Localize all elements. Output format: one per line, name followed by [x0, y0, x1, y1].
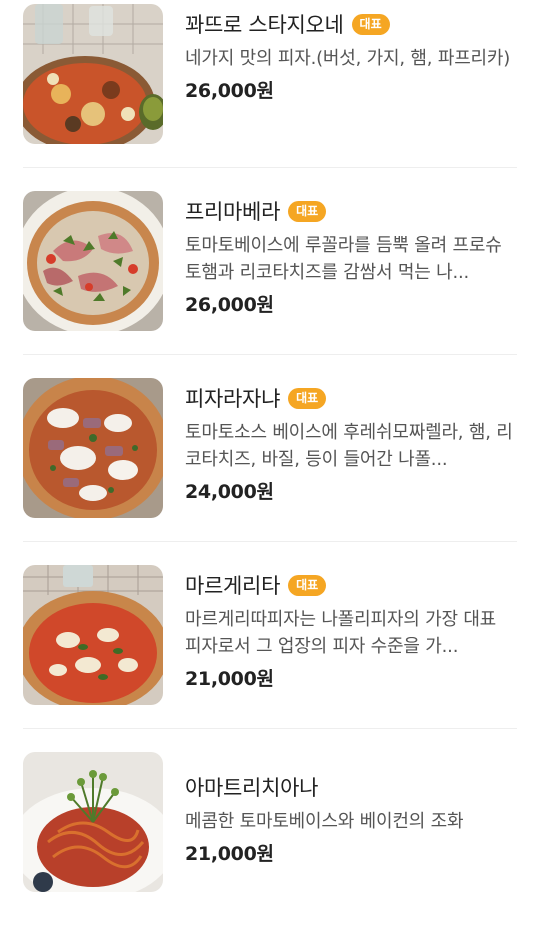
menu-item-name: 마르게리타 [185, 574, 281, 598]
signature-badge: 대표 [288, 387, 327, 409]
pizza-photo [23, 4, 163, 144]
menu-item-info: 아마트리치아나 메콤한 토마토베이스와 베이컨의 조화 21,000원 [185, 772, 520, 866]
pizza-photo [23, 378, 163, 518]
menu-item-info: 꽈뜨로 스타지오네 대표 네가지 맛의 피자.(버섯, 가지, 햄, 파프리카)… [185, 9, 520, 103]
divider [23, 167, 517, 168]
menu-item-name: 프리마베라 [185, 200, 281, 224]
signature-badge: 대표 [288, 574, 327, 596]
menu-item-quattro-stagioni[interactable]: 꽈뜨로 스타지오네 대표 네가지 맛의 피자.(버섯, 가지, 햄, 파프리카)… [0, 0, 540, 187]
divider [23, 728, 517, 729]
divider [23, 354, 517, 355]
menu-item-description: 토마토베이스에 루꼴라를 듬뿍 올려 프로슈토햄과 리코타치즈를 감쌈서 먹는 … [185, 235, 502, 283]
menu-item-price: 21,000원 [185, 668, 274, 690]
menu-item-description: 메콤한 토마토베이스와 베이컨의 조화 [185, 811, 464, 832]
menu-item-primavera[interactable]: 프리마베라 대표 토마토베이스에 루꼴라를 듬뿍 올려 프로슈토햄과 리코타치즈… [0, 187, 540, 374]
menu-item-margherita[interactable]: 마르게리타 대표 마르게리따피자는 나폴리피자의 가장 대표 피자로서 그 업장… [0, 561, 540, 748]
pizza-photo [23, 565, 163, 705]
menu-item-info: 프리마베라 대표 토마토베이스에 루꼴라를 듬뿍 올려 프로슈토햄과 리코타치즈… [185, 196, 520, 317]
menu-item-name-row: 아마트리치아나 [185, 772, 520, 802]
menu-item-name-row: 마르게리타 대표 [185, 570, 520, 600]
signature-badge: 대표 [288, 200, 327, 222]
menu-item-name: 피자라자냐 [185, 387, 281, 411]
menu-item-name: 아마트리치아나 [185, 776, 319, 800]
menu-item-info: 마르게리타 대표 마르게리따피자는 나폴리피자의 가장 대표 피자로서 그 업장… [185, 570, 520, 691]
menu-item-amatriciana[interactable]: 아마트리치아나 메콤한 토마토베이스와 베이컨의 조화 21,000원 [0, 748, 540, 935]
menu-item-info: 피자라자냐 대표 토마토소스 베이스에 후레쉬모짜렐라, 햄, 리코타치즈, 바… [185, 383, 520, 504]
signature-badge: 대표 [351, 13, 390, 35]
pasta-photo [23, 752, 163, 892]
menu-item-name: 꽈뜨로 스타지오네 [185, 13, 344, 37]
menu-item-name-row: 꽈뜨로 스타지오네 대표 [185, 9, 520, 39]
menu-item-name-row: 프리마베라 대표 [185, 196, 520, 226]
divider [23, 541, 517, 542]
menu-item-pizza-lasagna[interactable]: 피자라자냐 대표 토마토소스 베이스에 후레쉬모짜렐라, 햄, 리코타치즈, 바… [0, 374, 540, 561]
menu-item-description: 토마토소스 베이스에 후레쉬모짜렐라, 햄, 리코타치즈, 바질, 등이 들어간… [185, 422, 513, 470]
pizza-photo [23, 191, 163, 331]
menu-item-description: 마르게리따피자는 나폴리피자의 가장 대표 피자로서 그 업장의 피자 수준을 … [185, 609, 497, 657]
menu-item-name-row: 피자라자냐 대표 [185, 383, 520, 413]
menu-item-description: 네가지 맛의 피자.(버섯, 가지, 햄, 파프리카) [185, 48, 511, 69]
menu-item-price: 26,000원 [185, 80, 274, 102]
menu-item-price: 26,000원 [185, 294, 274, 316]
menu-item-price: 21,000원 [185, 843, 274, 865]
menu-item-price: 24,000원 [185, 481, 274, 503]
